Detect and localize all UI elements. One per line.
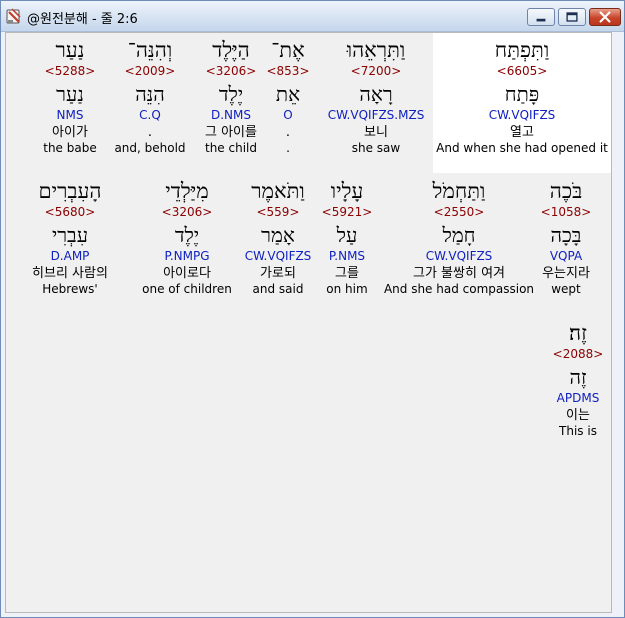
- title-bar[interactable]: @원전분해 - 줄 2:6: [1, 1, 624, 32]
- english-gloss: And she had compassion: [383, 282, 535, 296]
- hebrew-word: וַתִּפְתַּח: [494, 38, 550, 62]
- morphology-code: APDMS: [556, 391, 600, 405]
- morphology-code: CW.VQIFZS: [425, 249, 493, 263]
- word-cell[interactable]: וְהִנֵּה־ <2009> הִנֵּה C.Q. and, behold: [113, 33, 187, 173]
- strong-number: <2009>: [124, 64, 176, 78]
- maximize-button[interactable]: [558, 8, 586, 26]
- word-cell[interactable]: נַעַר <5288> נַעַר NMS 아이가 the babe: [18, 33, 122, 173]
- morphology-code: D.AMP: [50, 249, 90, 263]
- strong-number: <559>: [256, 205, 300, 219]
- korean-gloss: 이는: [566, 408, 590, 423]
- word-cell[interactable]: וַתִּפְתַּח <6605> פָּתַח CW.VQIFZS 열고 And wh…: [433, 33, 611, 173]
- hebrew-word: זֶה׃: [569, 321, 587, 345]
- morphology-code: P.NMPG: [164, 249, 210, 263]
- lemma-word: אָמַר: [261, 223, 295, 247]
- strong-number: <3206>: [205, 64, 257, 78]
- lemma-word: הִנֵּה: [135, 82, 165, 106]
- lemma-word: חָמַל: [442, 223, 476, 247]
- close-button[interactable]: [589, 8, 621, 26]
- morphology-code: NMS: [56, 108, 84, 122]
- minimize-icon: [536, 18, 546, 22]
- morphology-code: CW.VQIFZS: [244, 249, 312, 263]
- korean-gloss: 아이가: [52, 125, 88, 140]
- word-cell[interactable]: מִיַּלְדֵי <3206> יֶלֶד P.NMPG 아이로다 one of ch…: [132, 174, 242, 314]
- english-gloss: the child: [205, 141, 257, 155]
- korean-gloss: 그가 불쌍히 여겨: [413, 266, 505, 281]
- hebrew-word: הַיֶּלֶד: [212, 38, 250, 62]
- hebrew-word: וַתַּחְמֹל: [432, 179, 486, 203]
- english-gloss: Hebrews': [42, 282, 98, 296]
- hebrew-word: נַעַר: [55, 38, 85, 62]
- english-gloss: and, behold: [114, 141, 186, 155]
- hebrew-word: וַתִּרְאֵהוּ: [346, 38, 406, 62]
- english-gloss: And when she had opened it: [436, 141, 608, 155]
- korean-gloss: 아이로다: [163, 266, 211, 281]
- app-book-icon[interactable]: [5, 7, 23, 25]
- close-icon: [599, 11, 611, 23]
- lemma-word: יֶלֶד: [174, 223, 200, 247]
- hebrew-word: וַתֹּאמֶר: [251, 179, 305, 203]
- hebrew-word: וְהִנֵּה־: [127, 38, 173, 62]
- hebrew-word: הָעִבְרִים: [38, 179, 102, 203]
- strong-number: <5288>: [44, 64, 96, 78]
- word-cell[interactable]: וַתֹּאמֶר <559> אָמַר CW.VQIFZS 가로되 and said: [230, 174, 326, 314]
- strong-number: <2550>: [433, 205, 485, 219]
- korean-gloss: 열고: [510, 125, 534, 140]
- morphology-code: C.Q: [139, 108, 161, 122]
- word-cell[interactable]: וַתַּחְמֹל <2550> חָמַל CW.VQIFZS 그가 불쌍히 여겨 A…: [379, 174, 539, 314]
- maximize-icon: [566, 12, 578, 22]
- english-gloss: the babe: [43, 141, 97, 155]
- morphology-code: CW.VQIFZS: [488, 108, 556, 122]
- korean-gloss: 히브리 사람의: [32, 266, 108, 281]
- app-window: @원전분해 - 줄 2:6 וַתִּפְתַּח <6605> פָּתַח CW.…: [0, 0, 625, 618]
- window-frame-right: [612, 32, 624, 613]
- strong-number: <2088>: [552, 347, 604, 361]
- korean-gloss: 가로되: [260, 266, 296, 281]
- korean-gloss: 보니: [364, 125, 388, 140]
- english-gloss: one of children: [142, 282, 232, 296]
- english-gloss: she saw: [351, 141, 401, 155]
- morphology-code: D.NMS: [210, 108, 251, 122]
- word-cell[interactable]: הָעִבְרִים <5680> עִבְרִי D.AMP 히브리 사람의 Hebre…: [18, 174, 122, 314]
- minimize-button[interactable]: [527, 8, 555, 26]
- word-cell[interactable]: הַיֶּלֶד <3206> יֶלֶד D.NMS 그 아이를 the child: [186, 33, 276, 173]
- korean-gloss: .: [147, 125, 153, 140]
- english-gloss: This is: [559, 424, 597, 438]
- hebrew-word: מִיַּלְדֵי: [165, 179, 209, 203]
- korean-gloss: 그 아이를: [205, 125, 257, 140]
- window-title: @원전분해 - 줄 2:6: [27, 12, 138, 27]
- lemma-word: עִבְרִי: [51, 223, 89, 247]
- strong-number: <5680>: [44, 205, 96, 219]
- word-cell[interactable]: זֶה׃ <2088> זֶה APDMS 이는 This is: [533, 316, 623, 456]
- word-cell[interactable]: וַתִּרְאֵהוּ <7200> רָאָה CW.VQIFZS.MZS 보니 sh…: [320, 33, 432, 173]
- lemma-word: יֶלֶד: [218, 82, 244, 106]
- lemma-word: רָאָה: [359, 82, 393, 106]
- strong-number: <7200>: [350, 64, 402, 78]
- morphology-code: CW.VQIFZS.MZS: [327, 108, 425, 122]
- lemma-word: נַעַר: [56, 82, 84, 106]
- strong-number: <6605>: [496, 64, 548, 78]
- lemma-word: פָּתַח: [504, 82, 540, 106]
- english-gloss: and said: [252, 282, 304, 296]
- analysis-panel: וַתִּפְתַּח <6605> פָּתַח CW.VQIFZS 열고 And wh…: [5, 32, 612, 613]
- lemma-word: זֶה: [569, 365, 587, 389]
- strong-number: <3206>: [161, 205, 213, 219]
